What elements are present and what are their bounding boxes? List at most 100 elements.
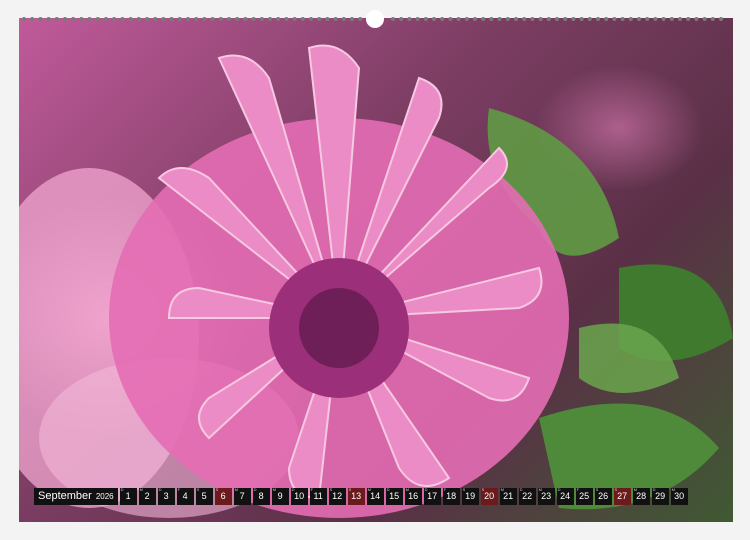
binding-ring (514, 17, 518, 21)
binding-ring (620, 17, 625, 21)
weekday-initial: M (139, 487, 143, 492)
calendar-day: F4 (176, 487, 194, 505)
weekday-initial: M (500, 487, 504, 492)
binding-ring (153, 17, 158, 21)
binding-ring (604, 17, 609, 21)
binding-ring (128, 17, 133, 21)
binding-ring (563, 17, 568, 21)
weekday-initial: F (310, 487, 314, 492)
binding-ring (251, 17, 256, 21)
binding-ring (596, 17, 600, 21)
binding-ring (194, 17, 199, 21)
binding-ring (669, 17, 674, 21)
binding-ring (276, 17, 281, 21)
month-name: September (38, 490, 92, 502)
binding-ring (645, 17, 650, 21)
weekday-initial: D (291, 487, 295, 492)
binding-ring (71, 17, 76, 21)
binding-ring (79, 17, 84, 21)
calendar-day: S 19 (461, 487, 479, 505)
dahlia-illustration (19, 44, 733, 518)
calendar-page: September 2026 D 1 M 2 D 3 F 4 S 5 S 6 M 7 D 8 M 9 D 10 F 11 S… (0, 0, 750, 540)
binding-ring (694, 17, 699, 21)
binding-ring (235, 17, 240, 21)
binding-ring (464, 17, 469, 21)
binding-ring (120, 17, 125, 21)
binding-ring (456, 17, 461, 21)
weekday-initial: S (595, 487, 599, 492)
calendar-day: D 17 (423, 487, 441, 505)
binding-ring (22, 17, 26, 21)
weekday-initial: S (329, 487, 333, 492)
binding-ring (530, 17, 535, 21)
weekday-initial: M (633, 487, 637, 492)
calendar-day: D 29 (651, 487, 669, 505)
calendar-day: S 27 (613, 487, 631, 505)
weekday-initial: D (386, 487, 390, 492)
binding-ring (497, 17, 502, 21)
weekday-initial: D (557, 487, 561, 492)
month-label: September 2026 (34, 488, 118, 505)
binding-ring (546, 17, 551, 21)
weekday-initial: F (443, 487, 447, 492)
binding-ring (161, 17, 166, 21)
calendar-day: F 25 (575, 487, 593, 505)
calendar-day: M9 (271, 487, 289, 505)
binding-ring (612, 17, 617, 21)
calendar-day: S 20 (480, 487, 498, 505)
binding-ring (678, 17, 682, 21)
calendar-day: D 10 (290, 487, 308, 505)
binding-ring (54, 17, 59, 21)
binding-ring (292, 17, 297, 21)
binding-ring (358, 17, 363, 21)
binding-ring (30, 17, 35, 21)
weekday-initial: D (253, 487, 257, 492)
binding-ring (448, 17, 453, 21)
weekday-initial: D (120, 487, 124, 492)
binding-ring (95, 17, 100, 21)
year-label: 2026 (95, 492, 114, 501)
weekday-initial: F (576, 487, 580, 492)
calendar-day: M 14 (366, 487, 384, 505)
binding-ring (186, 17, 190, 21)
calendar-day: S 26 (594, 487, 612, 505)
weekday-initial: S (215, 487, 219, 492)
calendar-day: M 16 (404, 487, 422, 505)
weekday-initial: S (481, 487, 485, 492)
binding-ring (702, 17, 707, 21)
binding-ring (112, 17, 117, 21)
calendar-day: M2 (138, 487, 156, 505)
weekday-initial: S (196, 487, 200, 492)
binding-ring (686, 17, 691, 21)
binding-ring (538, 17, 543, 21)
weekday-initial: D (424, 487, 428, 492)
binding-ring (38, 17, 43, 21)
binding-ring (432, 17, 436, 21)
weekday-initial: S (462, 487, 466, 492)
binding-ring (653, 17, 658, 21)
binding-ring (473, 17, 477, 21)
weekday-initial: M (405, 487, 409, 492)
hanging-hole (366, 10, 384, 28)
binding-ring (555, 17, 559, 21)
binding-ring (399, 17, 404, 21)
binding-ring (440, 17, 445, 21)
binding-ring (317, 17, 322, 21)
binding-ring (300, 17, 305, 21)
weekday-initial: M (272, 487, 276, 492)
binding-ring (423, 17, 428, 21)
binding-ring (210, 17, 215, 21)
binding-ring (505, 17, 510, 21)
binding-ring (333, 17, 338, 21)
weekday-initial: S (348, 487, 352, 492)
calendar-day: D1 (119, 487, 137, 505)
binding-ring (218, 17, 223, 21)
binding-ring (571, 17, 576, 21)
binding-ring (243, 17, 248, 21)
calendar-day: D8 (252, 487, 270, 505)
binding-ring (415, 17, 420, 21)
binding-ring (169, 17, 174, 21)
binding-ring (145, 17, 149, 21)
binding-ring (284, 17, 289, 21)
binding-ring (202, 17, 207, 21)
